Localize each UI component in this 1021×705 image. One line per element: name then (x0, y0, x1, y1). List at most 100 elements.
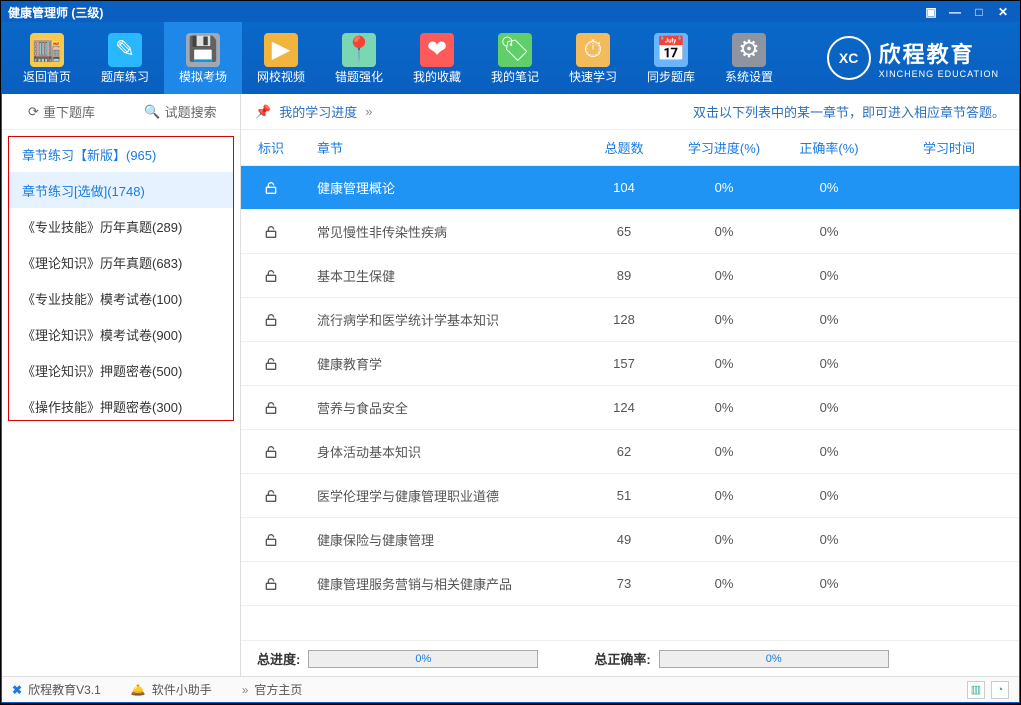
toolbar-library-button[interactable]: ✎题库练习 (86, 22, 164, 94)
chapter-name: 医学伦理学与健康管理职业道德 (301, 486, 579, 505)
favorite-icon: ❤ (419, 32, 455, 68)
toolbar-wrong-button[interactable]: 📍错题强化 (320, 22, 398, 94)
total-count: 62 (579, 444, 669, 459)
total-count: 49 (579, 532, 669, 547)
sidebar-item[interactable]: 《理论知识》押题密卷(500) (8, 352, 234, 388)
table-header: 标识 章节 总题数 学习进度(%) 正确率(%) 学习时间 (241, 130, 1019, 166)
main-header: 📌 我的学习进度 » 双击以下列表中的某一章节，即可进入相应章节答题。 (241, 94, 1019, 130)
accuracy-value: 0% (779, 312, 879, 327)
total-progress-label: 总进度: (257, 649, 300, 668)
lock-icon (241, 180, 301, 196)
accuracy-value: 0% (779, 488, 879, 503)
app-icon: ✖ (12, 683, 22, 697)
restore-button[interactable]: ▣ (921, 5, 941, 19)
toolbar-settings-button[interactable]: ⚙系统设置 (710, 22, 788, 94)
chapter-name: 健康保险与健康管理 (301, 530, 579, 549)
progress-value: 0% (669, 268, 779, 283)
chapter-name: 常见慢性非传染性疾病 (301, 222, 579, 241)
settings-icon: ⚙ (731, 32, 767, 68)
toolbar-favorite-button[interactable]: ❤我的收藏 (398, 22, 476, 94)
status-bar: ✖ 欣程教育V3.1 🛎️ 软件小助手 » 官方主页 ▥ ◔ (2, 676, 1019, 702)
total-count: 89 (579, 268, 669, 283)
accuracy-value: 0% (779, 576, 879, 591)
main-toolbar: 🏬返回首页✎题库练习💾模拟考场▶网校视频📍错题强化❤我的收藏🏷我的笔记⏱快速学习… (2, 22, 1019, 94)
progress-value: 0% (669, 312, 779, 327)
table-row[interactable]: 流行病学和医学统计学基本知识1280%0% (241, 298, 1019, 342)
table-row[interactable]: 健康管理服务营销与相关健康产品730%0% (241, 562, 1019, 606)
chart-icon[interactable]: ◔ (991, 681, 1009, 699)
table-row[interactable]: 健康教育学1570%0% (241, 342, 1019, 386)
lock-icon (241, 444, 301, 460)
toolbar-video-button[interactable]: ▶网校视频 (242, 22, 320, 94)
chevron-right-icon: » (242, 683, 249, 697)
window-title: 健康管理师 (三级) (8, 4, 103, 21)
toolbar-sync-button[interactable]: 📅同步题库 (632, 22, 710, 94)
table-row[interactable]: 基本卫生保健890%0% (241, 254, 1019, 298)
chapter-name: 健康管理概论 (301, 178, 579, 197)
note-icon: 🏷 (497, 32, 533, 68)
official-home-button[interactable]: » 官方主页 (242, 681, 303, 698)
table-row[interactable]: 健康保险与健康管理490%0% (241, 518, 1019, 562)
close-button[interactable]: ✕ (993, 5, 1013, 19)
sidebar-item[interactable]: 《理论知识》模考试卷(900) (8, 316, 234, 352)
hint-text: 双击以下列表中的某一章节，即可进入相应章节答题。 (693, 102, 1005, 121)
sync-icon: 📅 (653, 32, 689, 68)
maximize-button[interactable]: □ (969, 5, 989, 19)
refresh-library-button[interactable]: ⟳ 重下题库 (2, 102, 121, 121)
accuracy-value: 0% (779, 224, 879, 239)
sidebar-item[interactable]: 《专业技能》模考试卷(100) (8, 280, 234, 316)
sidebar-item[interactable]: 章节练习[选做](1748) (8, 172, 234, 208)
toolbar-home-button[interactable]: 🏬返回首页 (8, 22, 86, 94)
lock-icon (241, 576, 301, 592)
lock-icon (241, 400, 301, 416)
minimize-button[interactable]: — (945, 5, 965, 19)
sidebar-item[interactable]: 《专业技能》历年真题(289) (8, 208, 234, 244)
lock-icon (241, 312, 301, 328)
col-time: 学习时间 (879, 138, 1019, 157)
helper-button[interactable]: 🛎️ 软件小助手 (131, 681, 212, 698)
table-row[interactable]: 常见慢性非传染性疾病650%0% (241, 210, 1019, 254)
accuracy-value: 0% (779, 356, 879, 371)
progress-value: 0% (669, 224, 779, 239)
table-row[interactable]: 营养与食品安全1240%0% (241, 386, 1019, 430)
total-count: 124 (579, 400, 669, 415)
col-accuracy: 正确率(%) (779, 138, 879, 157)
col-flag: 标识 (241, 138, 301, 157)
refresh-icon: ⟳ (28, 104, 39, 120)
lock-icon (241, 268, 301, 284)
title-bar: 健康管理师 (三级) ▣ — □ ✕ (2, 2, 1019, 22)
chapter-name: 身体活动基本知识 (301, 442, 579, 461)
brand-mark: XC (827, 36, 871, 80)
progress-value: 0% (669, 532, 779, 547)
toolbar-fast-button[interactable]: ⏱快速学习 (554, 22, 632, 94)
fast-icon: ⏱ (575, 32, 611, 68)
accuracy-value: 0% (779, 180, 879, 195)
table-row[interactable]: 健康管理概论1040%0% (241, 166, 1019, 210)
sidebar-item[interactable]: 《操作技能》押题密卷(300) (8, 388, 234, 424)
app-version[interactable]: ✖ 欣程教育V3.1 (12, 681, 101, 698)
library-icon: ✎ (107, 32, 143, 68)
lock-icon (241, 488, 301, 504)
search-questions-button[interactable]: 🔍 试题搜索 (121, 102, 240, 121)
chapter-name: 营养与食品安全 (301, 398, 579, 417)
sidebar-item[interactable]: 章节练习【新版】(965) (8, 136, 234, 172)
total-count: 128 (579, 312, 669, 327)
search-icon: 🔍 (144, 104, 160, 120)
table-row[interactable]: 身体活动基本知识620%0% (241, 430, 1019, 474)
col-progress: 学习进度(%) (669, 138, 779, 157)
progress-value: 0% (669, 180, 779, 195)
col-total: 总题数 (579, 138, 669, 157)
chevron-right-icon[interactable]: » (365, 104, 372, 119)
toolbar-exam-button[interactable]: 💾模拟考场 (164, 22, 242, 94)
stats-icon[interactable]: ▥ (967, 681, 985, 699)
progress-value: 0% (669, 444, 779, 459)
table-row[interactable]: 医学伦理学与健康管理职业道德510%0% (241, 474, 1019, 518)
video-icon: ▶ (263, 32, 299, 68)
helper-icon: 🛎️ (131, 683, 146, 697)
summary-bar: 总进度: 0% 总正确率: 0% (241, 640, 1019, 676)
wrong-icon: 📍 (341, 32, 377, 68)
sidebar-item[interactable]: 《理论知识》历年真题(683) (8, 244, 234, 280)
progress-title: 我的学习进度 (279, 102, 357, 121)
toolbar-note-button[interactable]: 🏷我的笔记 (476, 22, 554, 94)
progress-value: 0% (669, 356, 779, 371)
